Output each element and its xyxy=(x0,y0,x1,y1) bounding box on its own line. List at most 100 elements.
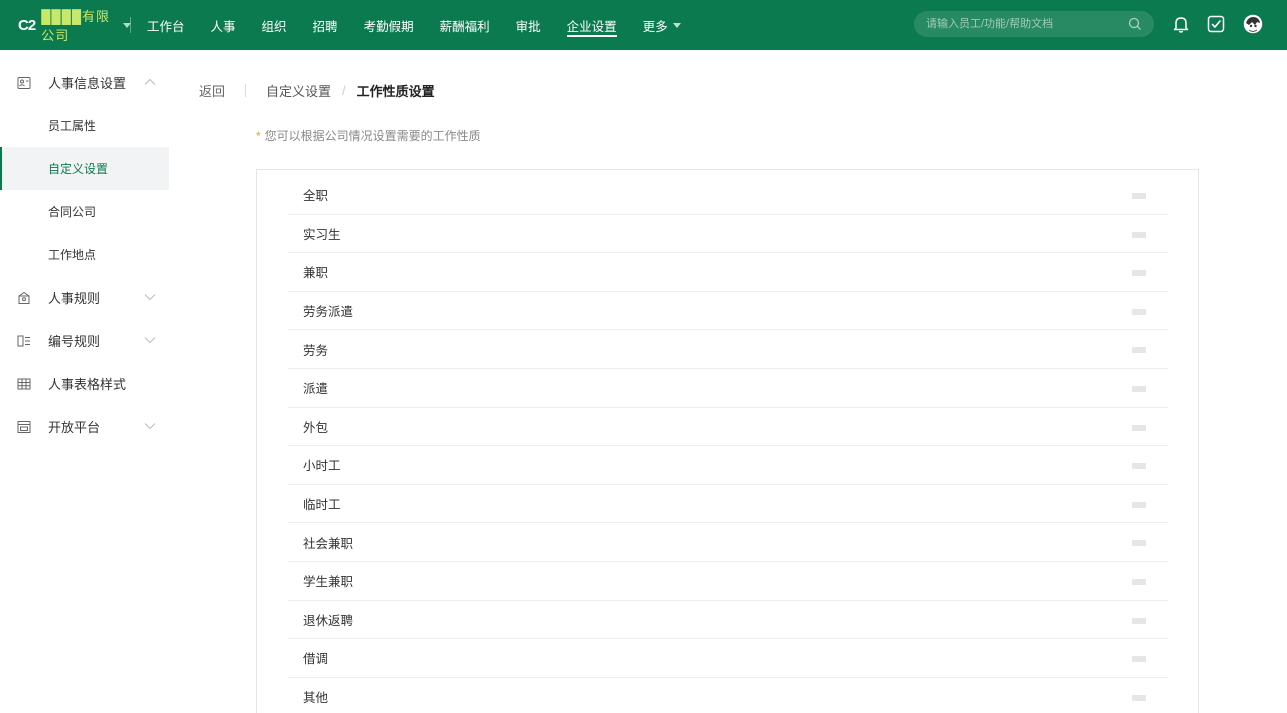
list-item[interactable]: 派遣 xyxy=(288,369,1168,408)
breadcrumb-separator: / xyxy=(342,83,346,98)
sidebar-item-contract-company[interactable]: 合同公司 xyxy=(0,190,169,233)
list-item[interactable]: 小时工 xyxy=(288,446,1168,485)
sidebar-group-label: 人事规则 xyxy=(48,291,101,306)
nav-payroll[interactable]: 薪酬福利 xyxy=(440,0,490,50)
drag-handle-icon[interactable] xyxy=(1132,193,1146,199)
sidebar-group-label: 开放平台 xyxy=(48,420,101,435)
nav-more-label: 更多 xyxy=(642,19,668,34)
drag-handle-icon[interactable] xyxy=(1132,309,1146,315)
sidebar-item-work-location[interactable]: 工作地点 xyxy=(0,233,169,276)
work-type-list: 全职 实习生 兼职 劳务派遣 劳务 派遣 外包 小时工 临时工 社会兼职 学生兼… xyxy=(256,169,1199,713)
drag-handle-icon[interactable] xyxy=(1132,618,1146,624)
rules-icon xyxy=(18,291,30,304)
nav-workbench[interactable]: 工作台 xyxy=(147,0,185,50)
drag-handle-icon[interactable] xyxy=(1132,540,1146,546)
sidebar: 人事信息设置 员工属性 自定义设置 合同公司 工作地点 人事规则 编号规则 人事… xyxy=(0,51,169,713)
work-type-label: 社会兼职 xyxy=(303,536,354,551)
company-switcher[interactable]: C2 ████有限公司 xyxy=(0,0,131,50)
required-star-icon: * xyxy=(256,129,261,143)
sidebar-item-custom-settings[interactable]: 自定义设置 xyxy=(0,147,169,190)
list-item[interactable]: 劳务 xyxy=(288,330,1168,369)
list-item[interactable]: 学生兼职 xyxy=(288,562,1168,601)
nav-enterprise-settings[interactable]: 企业设置 xyxy=(566,0,617,50)
drag-handle-icon[interactable] xyxy=(1132,386,1146,392)
search-input[interactable] xyxy=(926,18,1116,30)
drag-handle-icon[interactable] xyxy=(1132,695,1146,701)
sidebar-group-label: 人事信息设置 xyxy=(48,76,127,91)
work-type-label: 实习生 xyxy=(303,227,341,242)
sidebar-group-label: 人事表格样式 xyxy=(48,377,127,392)
work-type-label: 临时工 xyxy=(303,498,341,513)
drag-handle-icon[interactable] xyxy=(1132,232,1146,238)
list-item[interactable]: 其他 xyxy=(288,678,1168,713)
bell-icon[interactable] xyxy=(1171,14,1191,34)
list-item[interactable]: 社会兼职 xyxy=(288,523,1168,562)
numbering-icon xyxy=(17,335,30,346)
work-type-label: 兼职 xyxy=(303,266,329,281)
main-nav: 工作台 人事 组织 招聘 考勤假期 薪酬福利 审批 企业设置 更多 xyxy=(131,0,707,50)
work-type-label: 借调 xyxy=(303,652,329,667)
work-type-label: 学生兼职 xyxy=(303,575,354,590)
chevron-down-icon xyxy=(144,423,156,430)
hint-text: * 您可以根据公司情况设置需要的工作性质 xyxy=(256,127,481,144)
work-type-label: 小时工 xyxy=(303,459,341,474)
sidebar-group-label: 编号规则 xyxy=(48,334,101,349)
drag-handle-icon[interactable] xyxy=(1132,502,1146,508)
drag-handle-icon[interactable] xyxy=(1132,579,1146,585)
caret-down-icon xyxy=(672,22,681,28)
top-navigation-bar: C2 ████有限公司 工作台 人事 组织 招聘 考勤假期 薪酬福利 审批 企业… xyxy=(0,0,1287,50)
todo-check-icon[interactable] xyxy=(1206,14,1226,34)
table-grid-icon xyxy=(17,378,31,389)
chevron-down-icon xyxy=(144,294,156,301)
drag-handle-icon[interactable] xyxy=(1132,347,1146,353)
work-type-label: 劳务 xyxy=(303,343,329,358)
sidebar-group-hr-rules[interactable]: 人事规则 xyxy=(0,276,169,319)
list-item[interactable]: 借调 xyxy=(288,639,1168,678)
nav-more[interactable]: 更多 xyxy=(643,0,681,50)
work-type-label: 外包 xyxy=(303,420,329,435)
list-item[interactable]: 退休返聘 xyxy=(288,601,1168,640)
sidebar-group-hr-table-style[interactable]: 人事表格样式 xyxy=(0,362,169,405)
list-item[interactable]: 临时工 xyxy=(288,485,1168,524)
sidebar-item-employee-attributes[interactable]: 员工属性 xyxy=(0,104,169,147)
work-type-label: 其他 xyxy=(303,691,329,706)
drag-handle-icon[interactable] xyxy=(1132,425,1146,431)
work-type-label: 退休返聘 xyxy=(303,613,354,628)
nav-attendance[interactable]: 考勤假期 xyxy=(364,0,414,50)
nav-approval[interactable]: 审批 xyxy=(516,0,541,50)
list-item[interactable]: 实习生 xyxy=(288,215,1168,254)
profile-card-icon xyxy=(17,76,31,89)
main-content: 返回 自定义设置 / 工作性质设置 * 您可以根据公司情况设置需要的工作性质 全职… xyxy=(169,51,1287,713)
nav-recruit[interactable]: 招聘 xyxy=(313,0,338,50)
divider xyxy=(245,84,247,97)
work-type-label: 全职 xyxy=(303,189,329,204)
sidebar-group-hr-info-settings[interactable]: 人事信息设置 xyxy=(0,61,169,104)
list-item[interactable]: 兼职 xyxy=(288,253,1168,292)
user-avatar[interactable] xyxy=(1243,14,1263,34)
search-icon[interactable] xyxy=(1128,17,1142,31)
breadcrumb-parent-link[interactable]: 自定义设置 xyxy=(266,81,331,100)
hint-label: 您可以根据公司情况设置需要的工作性质 xyxy=(264,129,481,143)
work-type-label: 劳务派遣 xyxy=(303,305,354,320)
drag-handle-icon[interactable] xyxy=(1132,463,1146,469)
breadcrumb: 返回 自定义设置 / 工作性质设置 xyxy=(199,81,435,100)
list-item[interactable]: 劳务派遣 xyxy=(288,292,1168,331)
open-platform-icon xyxy=(17,420,31,433)
work-type-label: 派遣 xyxy=(303,382,329,397)
list-item[interactable]: 全职 xyxy=(288,176,1168,215)
drag-handle-icon[interactable] xyxy=(1132,656,1146,662)
drag-handle-icon[interactable] xyxy=(1132,270,1146,276)
back-link[interactable]: 返回 xyxy=(199,81,225,100)
list-item[interactable]: 外包 xyxy=(288,408,1168,447)
chevron-up-icon xyxy=(144,78,156,85)
nav-hr[interactable]: 人事 xyxy=(211,0,236,50)
sidebar-group-open-platform[interactable]: 开放平台 xyxy=(0,405,169,448)
global-search xyxy=(914,11,1154,37)
chevron-down-icon xyxy=(144,337,156,344)
nav-org[interactable]: 组织 xyxy=(262,0,287,50)
page-title: 工作性质设置 xyxy=(356,84,435,99)
company-logo: C2 xyxy=(18,16,36,34)
sidebar-group-numbering-rules[interactable]: 编号规则 xyxy=(0,319,169,362)
company-name: ████有限公司 xyxy=(41,9,111,43)
divider xyxy=(130,17,131,33)
